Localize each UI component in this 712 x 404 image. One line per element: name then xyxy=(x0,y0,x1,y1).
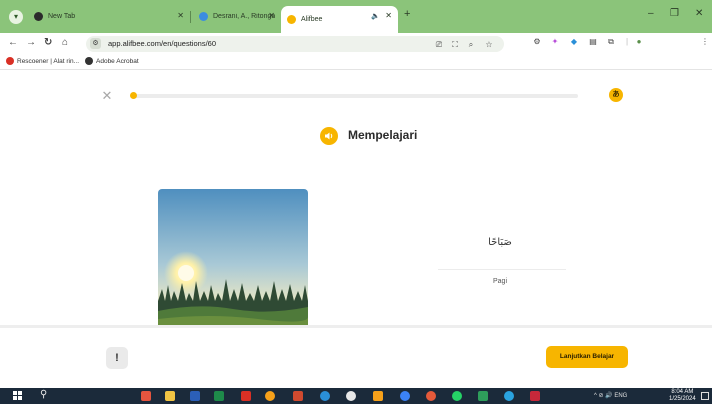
taskbar-app-media-icon[interactable] xyxy=(530,391,540,401)
browser-tab-bar: ▾ New Tab ✕ Desrani, A., Ritonga, A. W.,… xyxy=(0,0,712,33)
home-icon[interactable]: ⌂ xyxy=(62,37,68,48)
zoom-icon[interactable]: ⌕ xyxy=(466,40,476,50)
site-info-icon[interactable]: ⚙ xyxy=(90,38,101,49)
arabic-word: صَبَاحًا xyxy=(488,237,512,248)
taskbar-app-edge-icon[interactable] xyxy=(320,391,330,401)
clock-date: 1/25/2024 xyxy=(669,396,696,402)
taskbar-app-whatsapp-icon[interactable] xyxy=(452,391,462,401)
tab-title: Alifbee xyxy=(301,16,323,23)
bookmark-star-icon[interactable]: ☆ xyxy=(484,40,494,50)
reload-icon[interactable]: ↻ xyxy=(44,37,52,48)
windows-start-icon[interactable] xyxy=(13,391,23,401)
new-tab-button[interactable]: + xyxy=(404,8,410,20)
taskbar-app-store-icon[interactable] xyxy=(478,391,488,401)
close-icon[interactable]: ✕ xyxy=(268,11,275,20)
extension-puzzle-icon[interactable]: ✦ xyxy=(550,37,560,47)
more-menu-icon[interactable]: ⋮ xyxy=(700,37,710,47)
bookmark-label: Adobe Acrobat xyxy=(96,57,139,65)
bookmark-favicon-icon xyxy=(85,57,93,65)
system-tray[interactable]: ^ ⊘ 🔊 ENG xyxy=(594,392,627,399)
lesson-title: Mempelajari xyxy=(348,128,418,142)
url-text[interactable]: app.alifbee.com/en/questions/60 xyxy=(108,39,216,48)
doc-favicon-icon xyxy=(199,12,208,21)
translation-text: Pagi xyxy=(492,278,507,285)
extension-diamond-icon[interactable]: ◆ xyxy=(569,37,579,47)
tab-desrani[interactable]: Desrani, A., Ritonga, A. W., & Fi ✕ xyxy=(193,6,281,27)
word-divider xyxy=(438,269,566,270)
taskbar-app-camera-icon[interactable] xyxy=(346,391,356,401)
close-icon[interactable]: ✕ xyxy=(177,11,184,20)
close-window-icon[interactable]: ✕ xyxy=(695,8,703,19)
tab-separator xyxy=(190,11,191,23)
speaker-icon xyxy=(325,132,333,140)
bookmark-adobe-acrobat[interactable]: Adobe Acrobat xyxy=(85,57,139,65)
restore-icon[interactable]: ❐ xyxy=(670,8,679,19)
bookmarks-bar: Rescoener | Alat rin... Adobe Acrobat xyxy=(0,55,712,70)
address-bar: ← → ↻ ⌂ ⚙ app.alifbee.com/en/questions/6… xyxy=(0,33,712,55)
back-arrow-icon[interactable]: ← xyxy=(8,37,18,48)
taskbar-app-chrome-active-icon[interactable] xyxy=(373,391,383,401)
divider-icon: | xyxy=(625,37,629,46)
taskbar-app-powerpoint-icon[interactable] xyxy=(293,391,303,401)
taskbar-app-chrome-icon[interactable] xyxy=(265,391,275,401)
play-audio-button[interactable] xyxy=(320,127,338,145)
extension-icon[interactable]: ⚙ xyxy=(532,37,542,47)
exit-lesson-icon[interactable]: ✕ xyxy=(101,89,113,103)
taskbar-app-telegram-icon[interactable] xyxy=(504,391,514,401)
tab-title: Desrani, A., Ritonga, A. W., & Fi xyxy=(213,13,275,20)
taskbar-app-acrobat-icon[interactable] xyxy=(241,391,251,401)
windows-taskbar: ⚲ ^ ⊘ 🔊 ENG 8:04 AM 1/25/2024 xyxy=(0,388,712,404)
forward-arrow-icon[interactable]: → xyxy=(26,37,36,48)
alifbee-favicon-icon xyxy=(287,15,296,24)
bookmark-rescoener[interactable]: Rescoener | Alat rin... xyxy=(6,57,79,65)
report-issue-button[interactable]: ! xyxy=(106,347,128,369)
tab-title: New Tab xyxy=(48,13,76,20)
screen-cast-icon[interactable]: ⎚ xyxy=(434,40,444,50)
clock[interactable]: 8:04 AM 1/25/2024 xyxy=(669,389,696,403)
bookmark-favicon-icon xyxy=(6,57,14,65)
continue-learning-button[interactable]: Lanjutkan Belajar xyxy=(546,346,628,368)
chevron-down-icon[interactable]: ▾ xyxy=(9,10,23,24)
notification-icon[interactable] xyxy=(701,392,709,400)
footer-divider xyxy=(0,325,712,328)
new-tab-favicon-icon xyxy=(34,12,43,21)
taskbar-app-office-icon[interactable] xyxy=(141,391,151,401)
taskbar-app-word-icon[interactable] xyxy=(190,391,200,401)
minimize-icon[interactable]: – xyxy=(648,8,654,19)
url-bar[interactable]: ⚙ app.alifbee.com/en/questions/60 ⎚ ⛶ ⌕ … xyxy=(86,36,504,52)
language-badge-icon[interactable]: あ xyxy=(609,88,623,102)
reading-list-icon[interactable]: ▤ xyxy=(588,37,598,47)
extensions-icon[interactable]: ⧉ xyxy=(606,37,616,47)
tab-alifbee[interactable]: Alifbee 🔈 ✕ xyxy=(281,6,398,33)
taskbar-app-excel-icon[interactable] xyxy=(214,391,224,401)
speaker-icon[interactable]: 🔈 xyxy=(371,12,380,20)
clock-time: 8:04 AM xyxy=(671,389,694,395)
taskbar-app-chrome-profile-icon[interactable] xyxy=(400,391,410,401)
close-icon[interactable]: ✕ xyxy=(385,11,392,20)
profile-avatar-icon[interactable]: ● xyxy=(634,37,644,47)
lesson-progress-bar xyxy=(131,94,578,98)
morning-illustration xyxy=(158,189,308,327)
tab-new-tab[interactable]: New Tab ✕ xyxy=(28,6,190,27)
translate-icon[interactable]: ⛶ xyxy=(450,40,460,50)
taskbar-app-explorer-icon[interactable] xyxy=(165,391,175,401)
progress-knob xyxy=(130,92,137,99)
bookmark-label: Rescoener | Alat rin... xyxy=(17,57,80,65)
taskbar-app-chrome-alt-icon[interactable] xyxy=(426,391,436,401)
search-icon[interactable]: ⚲ xyxy=(40,389,47,400)
